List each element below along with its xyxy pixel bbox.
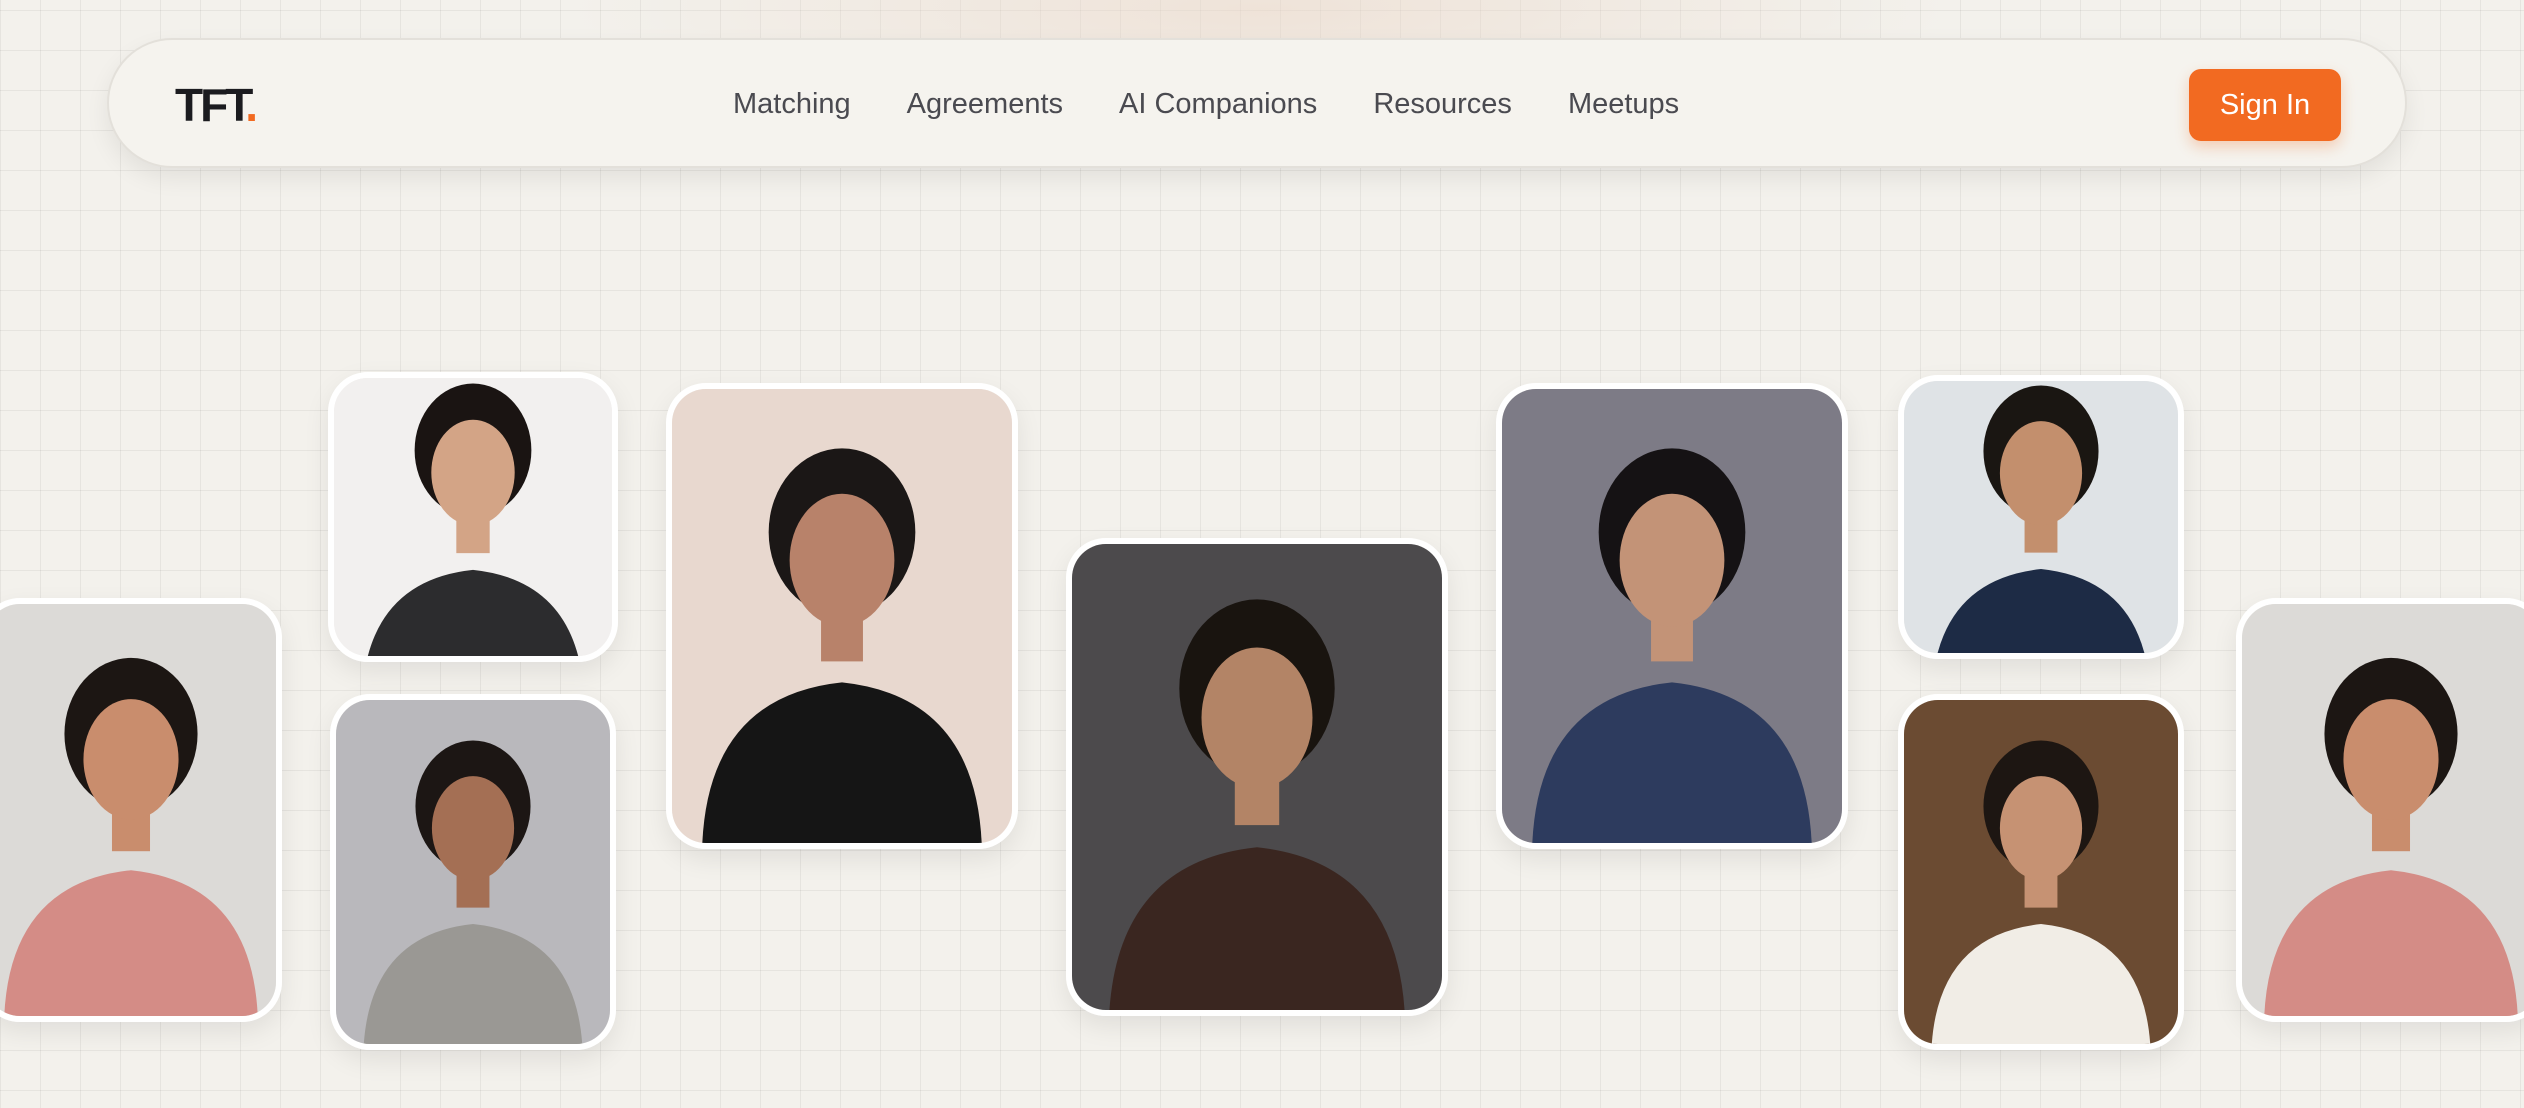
logo-dot: .	[245, 79, 258, 131]
photo-card-man-boat-tshirt	[666, 383, 1018, 849]
profile-photo-woman-pink-top	[0, 604, 276, 1016]
nav-link-ai-companions[interactable]: AI Companions	[1119, 84, 1317, 124]
sign-in-button[interactable]: Sign In	[2189, 69, 2341, 141]
profile-photo-man-navy-polo	[1904, 381, 2178, 653]
profile-photo-woman-black-top	[334, 378, 612, 656]
photo-card-man-brown-jacket	[1066, 538, 1448, 1016]
profile-photo-woman-saree	[336, 700, 610, 1044]
photo-card-woman-white-top	[1898, 694, 2184, 1050]
tft-logo[interactable]: TFT.	[175, 78, 258, 132]
nav-link-agreements[interactable]: Agreements	[907, 84, 1063, 124]
photo-card-woman-saree	[330, 694, 616, 1050]
photo-card-woman-black-top	[328, 372, 618, 662]
photo-card-woman-pink-left	[0, 598, 282, 1022]
nav-link-matching[interactable]: Matching	[733, 84, 851, 124]
photo-card-man-blue-blazer	[1496, 383, 1848, 849]
profile-photo-man-blue-blazer	[1502, 389, 1842, 843]
profile-photo-woman-pink-top-repeat	[2242, 604, 2524, 1016]
logo-text: TFT	[175, 79, 248, 131]
top-navbar: TFT. Matching Agreements AI Companions R…	[107, 38, 2407, 168]
profile-photo-woman-white-top	[1904, 700, 2178, 1044]
main-nav: Matching Agreements AI Companions Resour…	[733, 84, 1679, 124]
nav-link-resources[interactable]: Resources	[1373, 84, 1512, 124]
photo-card-woman-pink-right	[2236, 598, 2524, 1022]
nav-link-meetups[interactable]: Meetups	[1568, 84, 1679, 124]
profile-photo-man-boat-tshirt	[672, 389, 1012, 843]
profile-photo-man-brown-jacket	[1072, 544, 1442, 1010]
photo-card-man-navy-polo	[1898, 375, 2184, 659]
